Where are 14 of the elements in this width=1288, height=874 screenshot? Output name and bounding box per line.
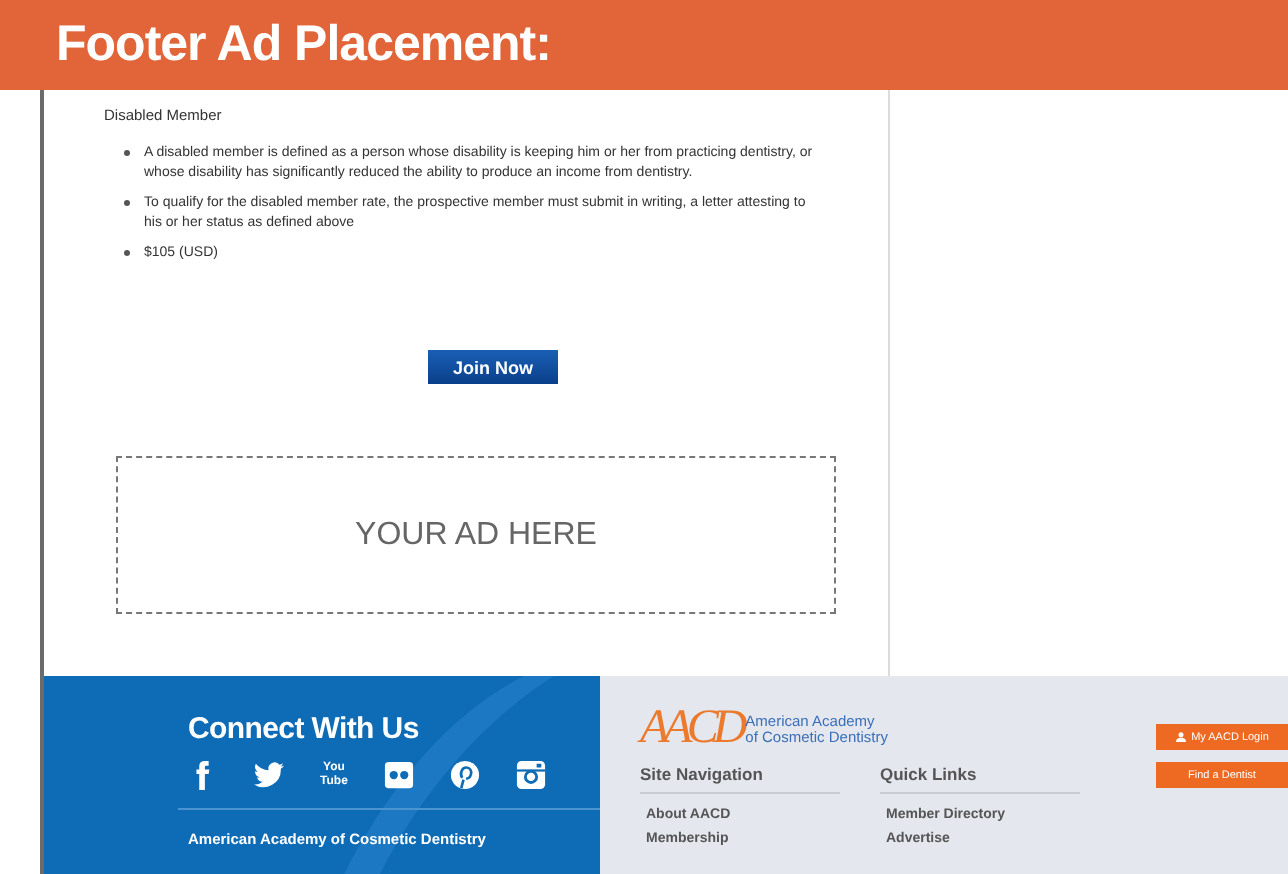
flickr-icon[interactable] <box>384 760 414 790</box>
bird-icon[interactable] <box>254 760 284 790</box>
connect-title: Connect With Us <box>188 712 421 746</box>
ad-text: YOUR AD HERE <box>355 517 597 553</box>
bullet-icon <box>124 200 130 206</box>
instagram-icon[interactable] <box>516 760 546 790</box>
join-button[interactable]: Join Now <box>428 350 558 384</box>
column-title: Quick Links <box>880 764 1080 794</box>
pinterest-icon[interactable] <box>450 760 480 790</box>
column-title: Site Navigation <box>640 764 840 794</box>
logo-mark: AACD <box>640 702 742 756</box>
bullet-icon <box>124 150 130 156</box>
bullet-icon <box>124 250 130 256</box>
banner-title: Footer Ad Placement: <box>56 16 551 74</box>
